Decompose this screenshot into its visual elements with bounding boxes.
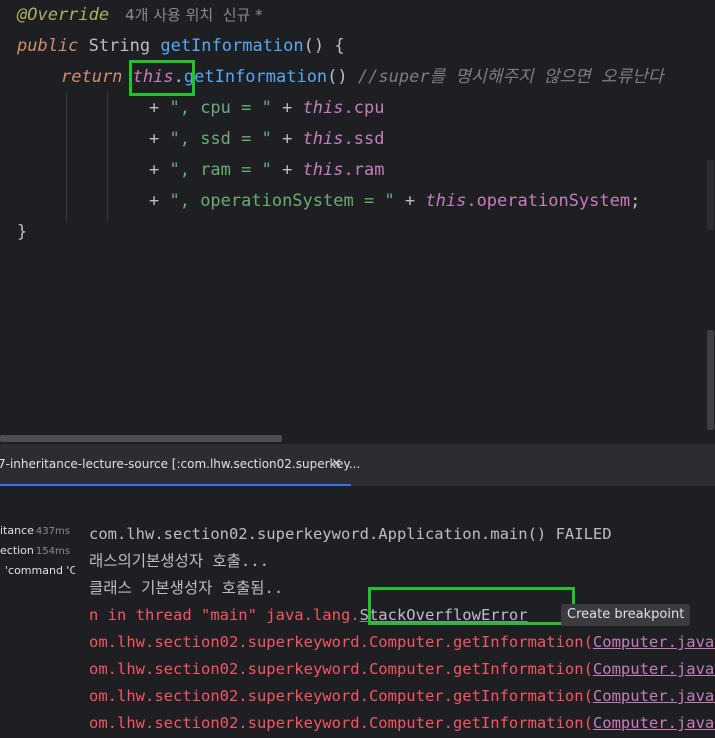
annotation: @Override xyxy=(17,5,110,25)
stack-frame-text: om.lhw.section02.superkeyword.Computer.g… xyxy=(89,660,593,678)
source-link[interactable]: Computer.java: xyxy=(593,633,715,651)
string-literal: ", operationSystem = " xyxy=(169,191,395,211)
run-tool-tabbar: 7-inheritance-lecture-source [:com.lhw.s… xyxy=(0,443,715,487)
stack-trace-line: om.lhw.section02.superkeyword.Computer.g… xyxy=(89,656,715,683)
close-icon[interactable]: × xyxy=(331,456,342,471)
field-ref: .operationSystem xyxy=(466,191,631,211)
string-literal: ", ram = " xyxy=(169,160,272,180)
test-name: ection xyxy=(0,544,34,557)
this-keyword: this xyxy=(302,129,344,149)
console-line: 클래스 기본생성자 호출됨.. xyxy=(89,579,284,597)
stack-frame-text: om.lhw.section02.superkeyword.Computer.g… xyxy=(89,714,593,732)
keyword: return xyxy=(61,67,123,87)
operator: + xyxy=(149,98,170,118)
stack-trace-line: om.lhw.section02.superkeyword.Computer.g… xyxy=(89,683,715,710)
code-editor[interactable]: @Override 4개 사용 위치 신규 * public String get… xyxy=(0,0,715,443)
string-literal: ", ssd = " xyxy=(169,129,272,149)
operator: + xyxy=(149,191,170,211)
field-ref: .ram xyxy=(343,160,385,180)
test-tree-item[interactable]: ection 154ms xyxy=(0,541,70,561)
this-keyword: this xyxy=(302,160,344,180)
code-line: @Override 4개 사용 위치 신규 * xyxy=(17,0,263,31)
operator: + xyxy=(149,160,170,180)
field-ref: .ssd xyxy=(343,129,385,149)
type: String xyxy=(88,36,151,56)
stack-frame-text: om.lhw.section02.superkeyword.Computer.g… xyxy=(89,687,593,705)
tab-run-config[interactable]: 7-inheritance-lecture-source [:com.lhw.s… xyxy=(0,444,360,487)
punctuation: () { xyxy=(303,36,345,56)
source-link[interactable]: Computer.java: xyxy=(593,687,715,705)
test-name: 'command 'C xyxy=(5,564,75,577)
highlight-box-this xyxy=(129,60,195,96)
operator: + xyxy=(394,191,426,211)
test-results-tree: itance 437ms ection 154ms 'command 'C xyxy=(0,486,75,738)
test-duration: 154ms xyxy=(35,546,70,557)
this-keyword: this xyxy=(302,98,344,118)
punctuation: () xyxy=(327,67,348,87)
create-breakpoint-tooltip[interactable]: Create breakpoint xyxy=(561,604,691,626)
indent-guide xyxy=(107,92,108,222)
run-console: itance 437ms ection 154ms 'command 'C com.… xyxy=(0,486,715,738)
operator: + xyxy=(271,160,303,180)
method-call: getInformation xyxy=(183,67,328,87)
stack-trace-line: om.lhw.section02.superkeyword.Computer.g… xyxy=(89,710,715,737)
test-tree-item[interactable]: itance 437ms xyxy=(0,521,70,541)
keyword: public xyxy=(17,36,79,56)
tab-label: 7-inheritance-lecture-source [:com.lhw.s… xyxy=(0,457,361,471)
operator: + xyxy=(149,129,170,149)
code-line: + ", ram = " + this.ram xyxy=(149,155,384,186)
error-text: n in thread "main" java.lang. xyxy=(89,606,360,624)
code-line: + ", ssd = " + this.ssd xyxy=(149,124,384,155)
this-keyword: this xyxy=(425,191,467,211)
source-link[interactable]: Computer.java: xyxy=(593,714,715,732)
punctuation: ; xyxy=(630,191,641,211)
code-line: } xyxy=(17,217,27,248)
stack-frame-text: om.lhw.section02.superkeyword.Computer.g… xyxy=(89,633,593,651)
code-line: + ", cpu = " + this.cpu xyxy=(149,93,384,124)
usage-hint[interactable]: 4개 사용 위치 신규 * xyxy=(125,6,263,24)
console-line: com.lhw.section02.superkeyword.Applicati… xyxy=(89,525,612,543)
stack-trace-line: om.lhw.section02.superkeyword.Computer.g… xyxy=(89,629,715,656)
code-line: + ", operationSystem = " + this.operatio… xyxy=(149,186,640,217)
method-name: getInformation xyxy=(160,36,304,56)
test-name: itance xyxy=(0,524,34,537)
operator: + xyxy=(271,129,303,149)
vertical-scrollbar-thumb[interactable] xyxy=(707,330,714,430)
test-tree-item[interactable]: 'command 'C xyxy=(5,561,75,581)
code-comment: //super를 명시해주지 않으면 오류난다 xyxy=(357,67,664,87)
code-line: public String getInformation() { xyxy=(17,31,345,62)
test-duration: 437ms xyxy=(35,526,70,537)
string-literal: ", cpu = " xyxy=(169,98,272,118)
highlight-box-error xyxy=(368,587,575,625)
closing-brace: } xyxy=(17,222,28,242)
field-ref: .cpu xyxy=(343,98,385,118)
indent-guide xyxy=(66,92,67,222)
operator: + xyxy=(271,98,303,118)
source-link[interactable]: Computer.java: xyxy=(593,660,715,678)
vertical-scrollbar-track[interactable] xyxy=(707,160,714,230)
console-line: 래스의기본생성자 호출... xyxy=(89,552,269,570)
horizontal-scrollbar-thumb[interactable] xyxy=(0,435,282,442)
